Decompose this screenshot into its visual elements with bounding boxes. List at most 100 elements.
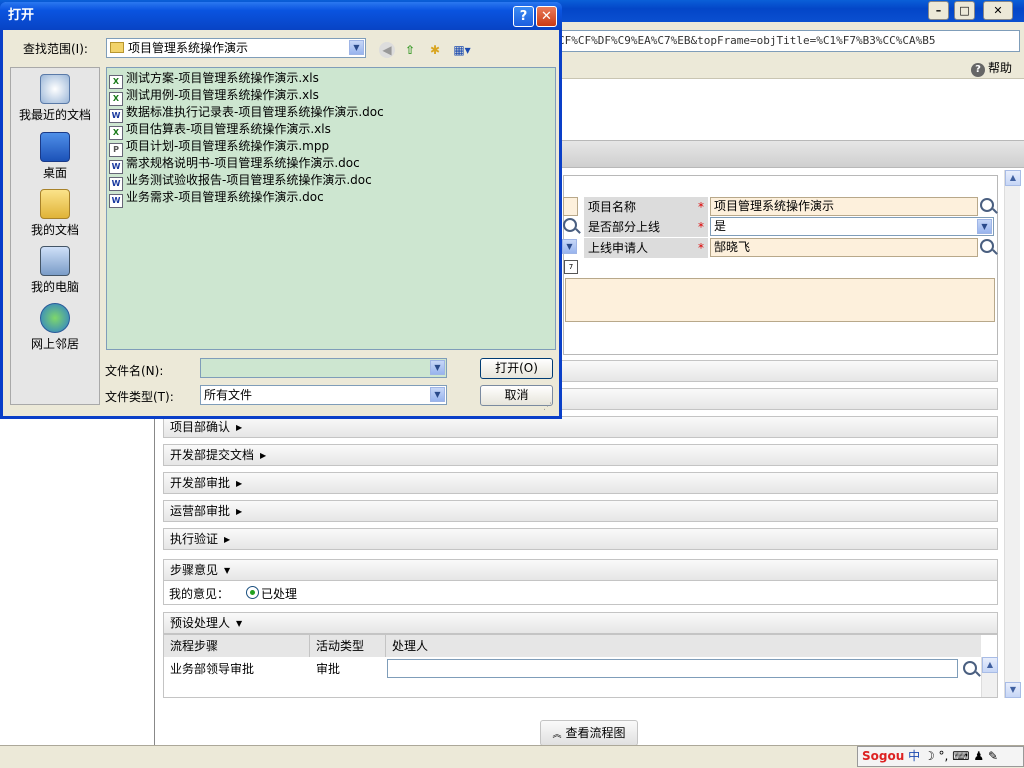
- handler-input[interactable]: [387, 659, 958, 678]
- moon-icon[interactable]: ☽: [924, 749, 935, 763]
- new-folder-icon[interactable]: ✱: [427, 42, 443, 58]
- section-label: 步骤意见: [170, 563, 219, 577]
- applicant-field[interactable]: 郜晓飞: [710, 238, 978, 257]
- required-mark: *: [698, 200, 704, 214]
- file-item[interactable]: W 业务测试验收报告-项目管理系统操作演示.doc: [109, 172, 372, 191]
- file-list[interactable]: X 测试方案-项目管理系统操作演示.xls X 测试用例-项目管理系统操作演示.xl…: [106, 67, 556, 350]
- maximize-button[interactable]: □: [954, 1, 975, 20]
- required-mark: *: [698, 241, 704, 255]
- desktop-icon: [40, 132, 70, 162]
- section-project-confirm[interactable]: 项目部确认 ▶: [163, 416, 998, 438]
- search-icon[interactable]: [980, 198, 994, 212]
- place-label: 我的电脑: [30, 280, 79, 294]
- place-recent[interactable]: 我最近的文档: [11, 74, 99, 123]
- place-network[interactable]: 网上邻居: [11, 303, 99, 352]
- applicant-label: 上线申请人: [584, 238, 708, 258]
- flowchart-label: 查看流程图: [565, 726, 626, 740]
- up-folder-icon[interactable]: ⇧: [402, 42, 418, 58]
- chevron-down-icon[interactable]: ▼: [349, 40, 364, 55]
- place-label: 我最近的文档: [18, 108, 91, 122]
- minimize-button[interactable]: –: [928, 1, 949, 20]
- file-item[interactable]: P 项目计划-项目管理系统操作演示.mpp: [109, 138, 329, 157]
- file-item[interactable]: X 测试用例-项目管理系统操作演示.xls: [109, 87, 319, 106]
- file-name: 业务测试验收报告-项目管理系统操作演示.doc: [126, 173, 372, 187]
- chevron-down-icon[interactable]: ▼: [430, 360, 445, 375]
- file-item[interactable]: X 项目估算表-项目管理系统操作演示.xls: [109, 121, 331, 140]
- chevron-down-icon[interactable]: ▼: [562, 239, 577, 254]
- section-dev-submit[interactable]: 开发部提交文档 ▶: [163, 444, 998, 466]
- search-icon[interactable]: [980, 239, 994, 253]
- place-label: 网上邻居: [30, 337, 79, 351]
- filetype-select[interactable]: 所有文件 ▼: [200, 385, 447, 405]
- scroll-down-button[interactable]: ▼: [1005, 682, 1021, 698]
- section-execute-verify[interactable]: 执行验证 ▶: [163, 528, 998, 550]
- column-header-step: 流程步骤: [164, 635, 310, 657]
- section-preset-handler[interactable]: 预设处理人 ▼: [163, 612, 998, 634]
- caret-right-icon: ▶: [260, 451, 267, 460]
- chevron-down-icon[interactable]: ▼: [430, 387, 445, 402]
- browser-toolbar: ? 帮助: [557, 57, 1024, 79]
- keyboard-icon[interactable]: ⌨: [952, 749, 969, 763]
- section-label: 项目部确认: [170, 420, 231, 434]
- section-label: 运营部审批: [170, 504, 231, 518]
- punct-icon[interactable]: °,: [939, 749, 949, 763]
- section-label: 开发部提交文档: [170, 448, 255, 462]
- place-mycomputer[interactable]: 我的电脑: [11, 246, 99, 295]
- browser-close-button[interactable]: ✕: [983, 1, 1013, 20]
- grid-scrollbar[interactable]: ▲: [981, 657, 998, 697]
- section-label: 开发部审批: [170, 476, 231, 490]
- my-opinion-label: 我的意见：: [169, 587, 230, 601]
- main-scrollbar[interactable]: ▲ ▼: [1004, 170, 1021, 698]
- processed-radio[interactable]: [246, 586, 259, 599]
- file-name: 业务需求-项目管理系统操作演示.doc: [126, 190, 324, 204]
- word-file-icon: W: [109, 194, 123, 208]
- section-step-opinion[interactable]: 步骤意见 ▼: [163, 559, 998, 581]
- lookin-value: 项目管理系统操作演示: [128, 41, 249, 55]
- ime-toolbar[interactable]: Sogou 中 ☽ °, ⌨ ♟ ✎: [857, 746, 1024, 767]
- recent-docs-icon: [40, 74, 70, 104]
- address-bar[interactable]: CF%CF%DF%C9%EA%C7%EB&topFrame=objTitle=%…: [557, 30, 1020, 52]
- left-nav-pane: [0, 419, 155, 745]
- scroll-up-button[interactable]: ▲: [982, 657, 998, 673]
- back-icon[interactable]: ◀: [379, 42, 395, 58]
- file-item[interactable]: X 测试方案-项目管理系统操作演示.xls: [109, 70, 319, 89]
- help-icon: ?: [970, 63, 985, 77]
- filename-label: 文件名(N):: [105, 364, 164, 378]
- file-item[interactable]: W 业务需求-项目管理系统操作演示.doc: [109, 189, 324, 208]
- help-link[interactable]: ? 帮助: [970, 59, 1012, 77]
- wrench-icon[interactable]: ✎: [988, 749, 998, 763]
- description-textarea[interactable]: [565, 278, 995, 322]
- section-dev-approve[interactable]: 开发部审批 ▶: [163, 472, 998, 494]
- dialog-close-button[interactable]: ✕: [536, 6, 557, 27]
- radio-dot: [250, 590, 255, 595]
- project-name-field[interactable]: 项目管理系统操作演示: [710, 197, 978, 216]
- processed-label: 已处理: [261, 587, 298, 601]
- dialog-help-button[interactable]: ?: [513, 6, 534, 27]
- chevron-down-icon[interactable]: ▼: [977, 219, 992, 234]
- user-icon[interactable]: ♟: [973, 749, 984, 763]
- place-label: 我的文档: [30, 223, 79, 237]
- file-item[interactable]: W 数据标准执行记录表-项目管理系统操作演示.doc: [109, 104, 384, 123]
- filetype-value: 所有文件: [204, 388, 253, 402]
- view-menu-icon[interactable]: ▦▾: [451, 42, 473, 58]
- network-icon: [40, 303, 70, 333]
- place-desktop[interactable]: 桌面: [11, 132, 99, 181]
- filetype-label: 文件类型(T):: [105, 390, 174, 404]
- lookin-select[interactable]: 项目管理系统操作演示 ▼: [106, 38, 366, 58]
- section-ops-approve[interactable]: 运营部审批 ▶: [163, 500, 998, 522]
- partial-online-select[interactable]: 是 ▼: [710, 217, 994, 236]
- open-button[interactable]: 打开(O): [480, 358, 553, 379]
- search-icon[interactable]: [963, 661, 977, 675]
- scroll-up-button[interactable]: ▲: [1005, 170, 1021, 186]
- place-mydocs[interactable]: 我的文档: [11, 189, 99, 238]
- resize-grip-icon[interactable]: ⋰: [543, 402, 555, 414]
- view-flowchart-button[interactable]: ︽ 查看流程图: [540, 720, 638, 746]
- search-icon[interactable]: [563, 218, 577, 232]
- ime-mode[interactable]: 中: [908, 749, 920, 763]
- filename-input[interactable]: ▼: [200, 358, 447, 378]
- caret-down-icon: ▼: [236, 619, 243, 628]
- places-bar: 我最近的文档 桌面 我的文档 我的电脑 网上邻居: [10, 67, 100, 405]
- calendar-icon[interactable]: 7: [564, 260, 578, 274]
- folder-icon: [110, 42, 124, 53]
- file-item[interactable]: W 需求规格说明书-项目管理系统操作演示.doc: [109, 155, 360, 174]
